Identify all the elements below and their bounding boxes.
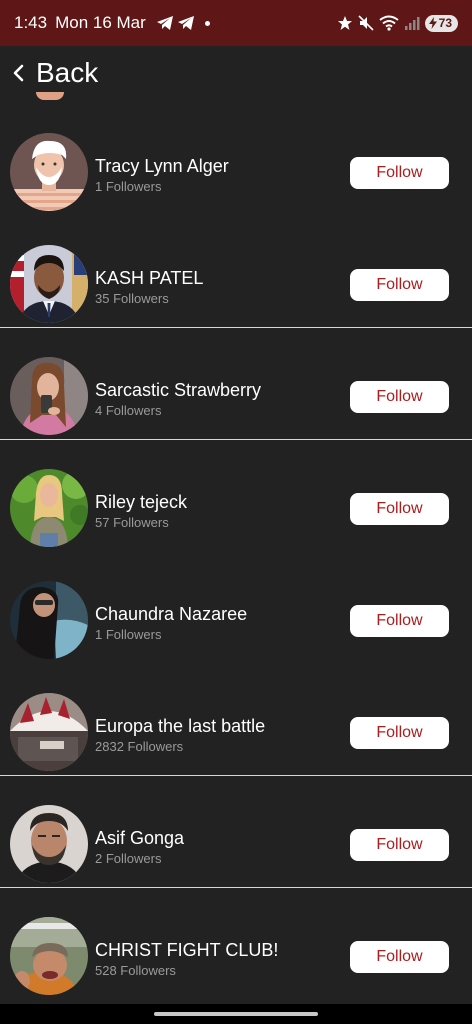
user-name: KASH PATEL [95,268,204,288]
follower-count: 1 Followers [95,179,162,194]
notification-icons [156,15,195,31]
mute-icon [358,15,374,31]
avatar[interactable] [10,805,88,883]
star-icon [337,16,352,30]
list-item[interactable]: KASH PATEL 35 Followers Follow [0,216,472,328]
wifi-icon [379,15,399,31]
battery-indicator: 73 [424,14,458,32]
avatar[interactable] [10,245,88,323]
list-item[interactable]: Europa the last battle 2832 Followers Fo… [0,664,472,776]
user-name: CHRIST FIGHT CLUB! [95,940,279,960]
list-item[interactable]: CHRIST FIGHT CLUB! 528 Followers Follow [0,888,472,1000]
avatar[interactable] [10,581,88,659]
follow-button[interactable]: Follow [350,717,449,749]
avatar[interactable] [10,469,88,547]
avatar[interactable] [10,133,88,211]
follower-count: 2 Followers [95,851,162,866]
header: Back [0,46,472,100]
list-item[interactable]: Tracy Lynn Alger 1 Followers Follow [0,104,472,216]
status-time: 1:43 [14,13,48,32]
list-item[interactable]: Sarcastic Strawberry 4 Followers Follow [0,328,472,440]
status-bar: 1:43 Mon 16 Mar 73 [0,0,472,46]
more-notifications-dot [204,20,210,26]
battery-level: 73 [438,16,452,30]
telegram-icon [156,16,173,30]
status-right: 73 [337,14,458,32]
list-item[interactable]: Asif Gonga 2 Followers Follow [0,776,472,888]
user-name: Riley tejeck [95,492,188,512]
follow-button[interactable]: Follow [350,157,449,189]
follow-button[interactable]: Follow [350,381,449,413]
user-name: Europa the last battle [95,716,266,736]
user-name: Chaundra Nazaree [95,604,248,624]
follow-button[interactable]: Follow [350,493,449,525]
list-item[interactable]: Chaundra Nazaree 1 Followers Follow [0,552,472,664]
follow-button[interactable]: Follow [350,269,449,301]
home-gesture-handle[interactable] [154,1012,318,1016]
follow-button[interactable]: Follow [350,941,449,973]
follower-count: 528 Followers [95,963,176,978]
navigation-bar [0,1004,472,1024]
chevron-left-icon[interactable] [10,64,28,82]
signal-icon [404,17,420,30]
charging-icon [428,17,437,29]
user-name: Sarcastic Strawberry [95,380,262,400]
follow-button[interactable]: Follow [350,605,449,637]
follower-count: 35 Followers [95,291,169,306]
list-item[interactable]: Riley tejeck 57 Followers Follow [0,440,472,552]
user-name: Tracy Lynn Alger [95,156,229,176]
avatar[interactable] [10,917,88,995]
avatar[interactable] [10,693,88,771]
user-name: Asif Gonga [95,828,185,848]
follower-count: 1 Followers [95,627,162,642]
back-button[interactable]: Back [36,57,98,89]
follower-count: 2832 Followers [95,739,184,754]
user-list: Tracy Lynn Alger 1 Followers Follow KASH… [0,104,472,1000]
follower-count: 4 Followers [95,403,162,418]
status-date: Mon 16 Mar [55,13,146,32]
follow-button[interactable]: Follow [350,829,449,861]
partial-avatar [36,92,64,100]
follower-count: 57 Followers [95,515,169,530]
avatar[interactable] [10,357,88,435]
telegram-icon [177,16,194,30]
